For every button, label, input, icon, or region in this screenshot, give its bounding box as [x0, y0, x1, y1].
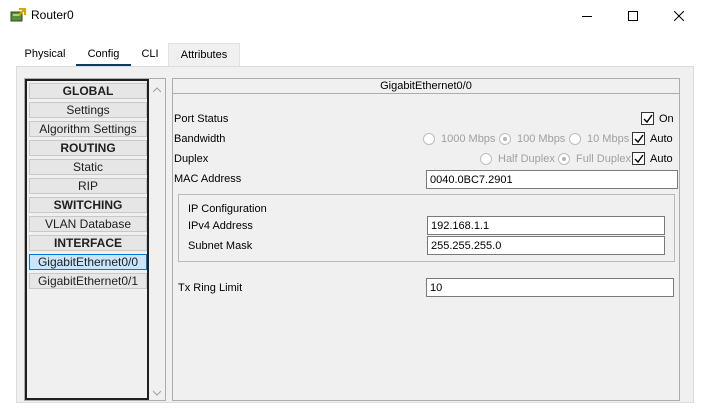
- bandwidth-1000-radio[interactable]: [423, 133, 435, 145]
- half-duplex-label: Half Duplex: [498, 153, 555, 165]
- half-duplex-radio[interactable]: [480, 153, 492, 165]
- tx-ring-limit-label: Tx Ring Limit: [178, 282, 243, 294]
- scroll-down-icon[interactable]: [152, 388, 162, 396]
- interface-panel: GigabitEthernet0/0 Port Status On Bandwi…: [172, 78, 680, 401]
- tab-physical[interactable]: Physical: [16, 43, 74, 67]
- duplex-auto-label: Auto: [650, 153, 673, 165]
- duplex-label: Duplex: [174, 153, 209, 165]
- nav-item-static[interactable]: Static: [29, 159, 147, 175]
- subnet-mask-label: Subnet Mask: [188, 240, 253, 252]
- mac-address-input[interactable]: [426, 170, 678, 189]
- nav-scrollbar[interactable]: [149, 79, 165, 400]
- duplex-auto-checkbox[interactable]: [632, 152, 645, 165]
- nav-item-settings[interactable]: Settings: [29, 102, 147, 118]
- bandwidth-auto-label: Auto: [650, 133, 673, 145]
- subnet-mask-input[interactable]: [427, 236, 665, 255]
- minimize-button[interactable]: [564, 0, 610, 31]
- bandwidth-auto-checkbox[interactable]: [632, 132, 645, 145]
- bandwidth-10-radio[interactable]: [569, 133, 581, 145]
- nav-item-gigabitethernet0-0[interactable]: GigabitEthernet0/0: [29, 254, 147, 270]
- nav-header-switching: SWITCHING: [29, 197, 147, 213]
- interface-title: GigabitEthernet0/0: [173, 79, 679, 94]
- config-nav-list: GLOBAL Settings Algorithm Settings ROUTI…: [24, 78, 166, 401]
- port-status-on-label: On: [659, 113, 674, 125]
- minimize-icon: [582, 15, 592, 17]
- router-icon: [10, 8, 26, 24]
- nav-item-rip[interactable]: RIP: [29, 178, 147, 194]
- ip-configuration-group: IP Configuration IPv4 Address Subnet Mas…: [178, 194, 675, 262]
- checkmark-icon: [643, 114, 653, 124]
- bandwidth-100-label: 100 Mbps: [517, 133, 566, 145]
- window-title: Router0: [31, 8, 74, 22]
- full-duplex-label: Full Duplex: [576, 153, 632, 165]
- checkmark-icon: [634, 134, 644, 144]
- tab-cli[interactable]: CLI: [134, 43, 166, 67]
- title-bar: Router0: [0, 0, 702, 31]
- port-status-label: Port Status: [174, 113, 229, 125]
- nav-list-body: GLOBAL Settings Algorithm Settings ROUTI…: [25, 79, 149, 400]
- ipv4-address-label: IPv4 Address: [188, 220, 253, 232]
- tab-attributes[interactable]: Attributes: [168, 43, 240, 68]
- nav-header-global: GLOBAL: [29, 83, 147, 99]
- close-button[interactable]: [656, 0, 702, 31]
- bandwidth-10-label: 10 Mbps: [587, 133, 630, 145]
- maximize-button[interactable]: [610, 0, 656, 31]
- nav-item-vlan-database[interactable]: VLAN Database: [29, 216, 147, 232]
- tx-ring-limit-input[interactable]: [426, 278, 674, 297]
- ip-configuration-label: IP Configuration: [188, 203, 267, 215]
- checkmark-icon: [634, 154, 644, 164]
- bandwidth-100-radio[interactable]: [499, 133, 511, 145]
- full-duplex-radio[interactable]: [558, 153, 570, 165]
- tab-config[interactable]: Config: [76, 43, 131, 67]
- maximize-icon: [628, 10, 638, 21]
- nav-header-interface: INTERFACE: [29, 235, 147, 251]
- nav-header-routing: ROUTING: [29, 140, 147, 156]
- mac-address-label: MAC Address: [174, 173, 242, 185]
- port-status-checkbox[interactable]: [641, 112, 654, 125]
- nav-item-gigabitethernet0-1[interactable]: GigabitEthernet0/1: [29, 273, 147, 289]
- scroll-up-icon[interactable]: [152, 85, 162, 93]
- ipv4-address-input[interactable]: [427, 216, 665, 235]
- close-icon: [674, 10, 684, 21]
- nav-item-algorithm-settings[interactable]: Algorithm Settings: [29, 121, 147, 137]
- bandwidth-label: Bandwidth: [174, 133, 226, 145]
- bandwidth-1000-label: 1000 Mbps: [441, 133, 496, 145]
